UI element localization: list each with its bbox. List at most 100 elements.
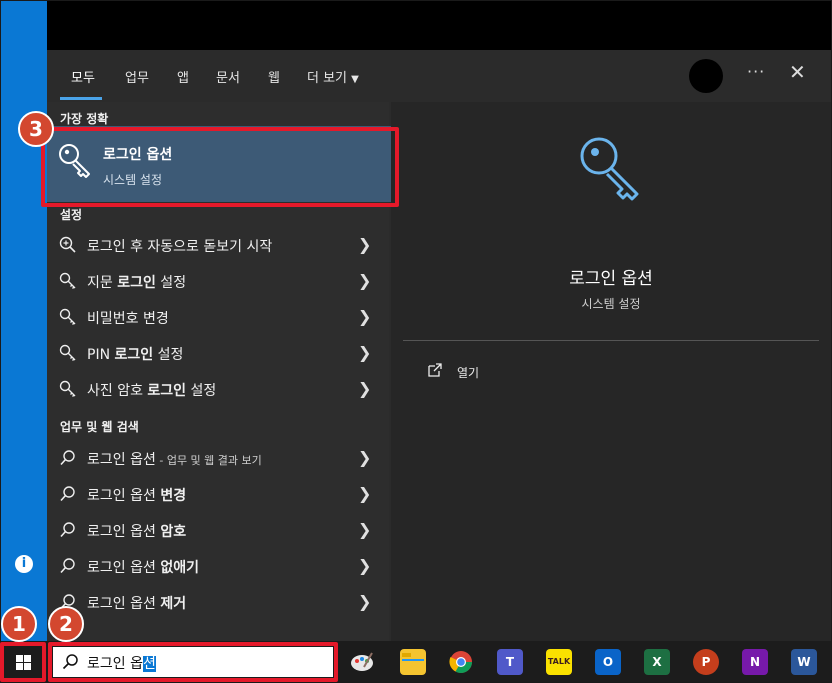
top-empty-area [47,1,831,50]
preview-title: 로그인 옵션 [569,269,653,289]
chevron-right-icon: ❯ [358,343,372,362]
outlook-glyph: O [602,655,614,669]
tab-documents[interactable]: 문서 [216,67,240,86]
list-item[interactable]: 사진 암호 로그인 설정 ❯ [47,372,389,406]
item-text: 로그인 후 자동으로 돋보기 시작 [87,239,273,255]
key-icon [59,272,76,289]
item-text: 설정 [186,383,217,399]
key-icon [59,344,76,361]
key-icon [59,380,76,397]
chevron-right-icon: ❯ [358,484,372,503]
folder-icon [402,653,424,671]
excel-glyph: X [652,655,662,669]
onenote-icon[interactable]: N [742,649,768,675]
item-text: 설정 [153,347,184,363]
highlight-best-match [41,127,399,207]
step-badge-2: 2 [48,606,84,642]
chevron-right-icon: ❯ [358,592,372,611]
tab-all[interactable]: 모두 [71,67,95,86]
list-item[interactable]: 지문 로그인 설정 ❯ [47,264,389,298]
powerpoint-icon[interactable]: P [693,649,719,675]
tab-more[interactable]: 더 보기 ▼ [307,67,359,86]
search-icon [60,486,75,502]
chevron-down-icon: ▼ [351,74,359,85]
kakaotalk-icon[interactable]: TALK [546,649,572,675]
item-text: 비밀번호 변경 [87,311,169,327]
tab-work[interactable]: 업무 [125,67,149,86]
item-text: 설정 [155,275,187,291]
search-icon [60,450,75,466]
key-icon [59,308,76,325]
paint-app-icon[interactable] [349,649,375,675]
divider [403,340,819,341]
list-item[interactable]: 로그인 옵션 - 업무 및 웹 결과 보기 ❯ [47,441,389,475]
search-icon [60,522,75,538]
item-text-bold: 로그인 [147,383,187,399]
search-icon [60,558,75,574]
item-text-bold: 암호 [160,524,187,540]
magnifier-plus-icon [59,236,76,253]
item-text: 로그인 옵션 [87,596,161,612]
list-item[interactable]: 로그인 옵션 변경 ❯ [47,477,389,511]
word-glyph: W [797,655,811,669]
item-text: 로그인 옵션 [87,524,161,540]
palette-icon [351,652,373,671]
chevron-right-icon: ❯ [358,520,372,539]
open-external-icon [428,363,442,377]
item-text-bold: 없애기 [160,560,199,576]
outlook-icon[interactable]: O [595,649,621,675]
tab-apps[interactable]: 앱 [177,67,189,86]
chevron-right-icon: ❯ [358,235,372,254]
chrome-icon[interactable] [448,649,474,675]
close-icon[interactable]: ✕ [789,60,806,84]
settings-header: 설정 [60,208,83,222]
teams-icon[interactable]: T [497,649,523,675]
item-text-bold: 변경 [160,488,187,504]
list-item[interactable]: 로그인 후 자동으로 돋보기 시작 ❯ [47,228,389,262]
tab-more-label: 더 보기 [307,71,348,86]
word-icon[interactable]: W [791,649,817,675]
highlight-start-button [0,642,46,682]
more-options-icon[interactable]: ··· [747,62,765,81]
item-subtext: - 업무 및 웹 결과 보기 [155,454,262,467]
open-action[interactable]: 열기 [457,364,479,381]
item-text: 지문 [87,275,118,291]
list-item[interactable]: PIN 로그인 설정 ❯ [47,336,389,370]
tab-bar: 모두 업무 앱 문서 웹 더 보기 ▼ ··· ✕ [47,50,831,102]
avatar[interactable] [689,59,723,93]
chrome-logo-icon [449,651,472,673]
preview-pane: 로그인 옵션 시스템 설정 열기 [391,102,831,641]
file-explorer-icon[interactable] [400,649,426,675]
step-badge-1: 1 [1,606,37,642]
list-item[interactable]: 로그인 옵션 암호 ❯ [47,513,389,547]
teams-glyph: T [505,655,515,669]
chevron-right-icon: ❯ [358,307,372,326]
chevron-right-icon: ❯ [358,271,372,290]
item-text-bold: 로그인 [117,275,156,291]
step-badge-3: 3 [18,111,54,147]
item-text-bold: 제거 [160,596,187,612]
list-item[interactable]: 로그인 옵션 제거 ❯ [47,585,389,619]
list-item[interactable]: 로그인 옵션 없애기 ❯ [47,549,389,583]
item-text: 사진 암호 [87,383,148,399]
chevron-right-icon: ❯ [358,379,372,398]
kakaotalk-glyph: TALK [547,657,571,666]
item-text: 로그인 옵션 [87,452,156,468]
key-icon [580,137,639,201]
preview-subtitle: 시스템 설정 [581,297,641,311]
tab-web[interactable]: 웹 [268,67,280,86]
list-item[interactable]: 비밀번호 변경 ❯ [47,300,389,334]
item-text: 로그인 옵션 [87,560,161,576]
onenote-glyph: N [749,655,761,669]
best-match-header: 가장 정확 [60,112,109,126]
info-icon[interactable]: i [15,555,33,573]
start-menu-rail: i [1,1,47,641]
item-text: PIN [87,347,115,363]
powerpoint-glyph: P [701,655,711,669]
chevron-right-icon: ❯ [358,556,372,575]
excel-icon[interactable]: X [644,649,670,675]
item-text-bold: 로그인 [114,347,154,363]
highlight-search-box [48,642,338,682]
active-tab-indicator [60,97,102,100]
chevron-right-icon: ❯ [358,448,372,467]
